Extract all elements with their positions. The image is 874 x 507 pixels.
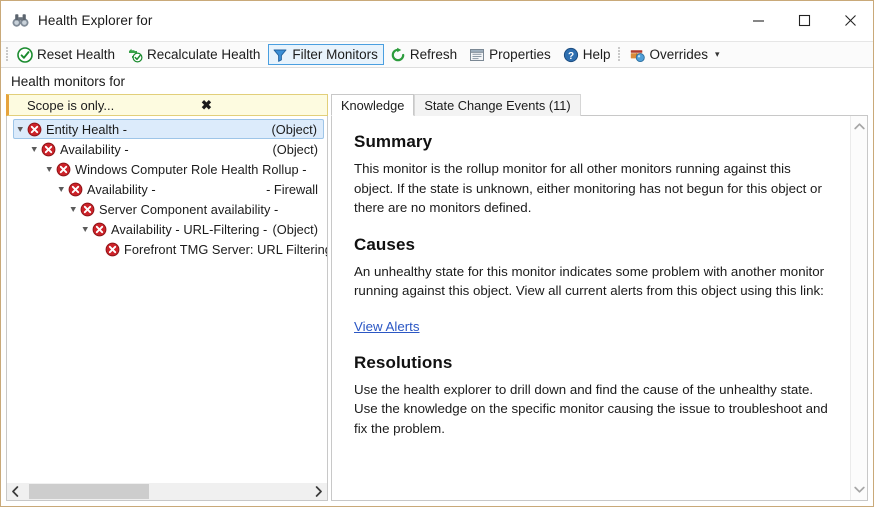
recalculate-health-button[interactable]: Recalculate Health — [123, 44, 266, 65]
green-check-circle-icon — [17, 46, 33, 63]
critical-icon — [56, 162, 71, 177]
causes-heading: Causes — [354, 234, 416, 254]
recalculate-health-label: Recalculate Health — [147, 47, 261, 62]
knowledge-vertical-scrollbar[interactable] — [850, 116, 867, 500]
expander-icon[interactable] — [14, 125, 27, 134]
tree-node-label: Entity Health - — [46, 121, 128, 137]
chevron-down-icon[interactable]: ▾ — [715, 50, 720, 59]
tree-node-label: Windows Computer Role Health Rollup - — [75, 161, 307, 177]
table-row[interactable]: Windows Computer Role Health Rollup - — [43, 159, 324, 179]
table-row[interactable]: Availability - URL-Filtering - (Object) — [79, 219, 324, 239]
view-alerts-link[interactable]: View Alerts — [354, 319, 420, 334]
health-monitors-header-label: Health monitors for — [11, 73, 126, 89]
tab-strip: Knowledge State Change Events (11) — [331, 94, 868, 116]
overrides-button[interactable]: Overrides ▾ — [625, 44, 725, 65]
title-bar: Health Explorer for — [1, 1, 873, 41]
binoculars-icon — [12, 12, 29, 29]
scroll-down-icon[interactable] — [851, 481, 868, 498]
tab-state-change-events-label: State Change Events (11) — [424, 98, 571, 113]
resolutions-heading: Resolutions — [354, 352, 453, 372]
table-row[interactable]: Entity Health - (Object) — [13, 119, 324, 139]
scope-close-icon[interactable]: ✖ — [201, 99, 212, 112]
knowledge-pane: Knowledge State Change Events (11) Summa… — [331, 94, 873, 506]
health-explorer-window: Health Explorer for Reset Health Recalcu… — [0, 0, 874, 507]
svg-text:?: ? — [568, 50, 574, 61]
scroll-left-icon[interactable] — [7, 483, 24, 500]
expander-icon[interactable] — [28, 145, 41, 154]
window-controls — [735, 1, 873, 40]
overrides-icon — [629, 47, 646, 63]
tree-horizontal-scrollbar[interactable] — [7, 482, 327, 500]
knowledge-panel: Summary This monitor is the rollup monit… — [331, 115, 868, 501]
filter-monitors-label: Filter Monitors — [292, 47, 378, 62]
tree-node-label: Availability - URL-Filtering - — [111, 221, 268, 237]
monitor-tree[interactable]: Entity Health - (Object) Availability - … — [7, 116, 327, 482]
tree-node-label: Server Component availability - — [99, 201, 279, 217]
help-button[interactable]: ? Help — [559, 44, 617, 65]
critical-icon — [68, 182, 83, 197]
expander-icon[interactable] — [43, 165, 56, 174]
critical-icon — [80, 202, 95, 217]
knowledge-content: Summary This monitor is the rollup monit… — [332, 116, 850, 500]
table-row[interactable]: Server Component availability - — [67, 199, 324, 219]
scope-label: Scope is only... — [27, 97, 115, 113]
toolbar-grip-2[interactable] — [618, 47, 622, 62]
tree-node-label: Availability - — [60, 141, 129, 157]
help-icon: ? — [563, 47, 579, 63]
table-row[interactable]: Forefront TMG Server: URL Filtering - Se… — [92, 239, 327, 259]
expander-icon[interactable] — [67, 205, 80, 214]
properties-button[interactable]: Properties — [465, 44, 557, 65]
expander-icon[interactable] — [55, 185, 68, 194]
scroll-thumb[interactable] — [29, 484, 149, 499]
scroll-up-icon[interactable] — [851, 118, 868, 135]
critical-icon — [41, 142, 56, 157]
scroll-track[interactable] — [24, 483, 310, 500]
reset-health-label: Reset Health — [37, 47, 116, 62]
tree-node-detail: (Object) — [271, 121, 317, 137]
help-label: Help — [582, 47, 611, 62]
monitor-tree-pane: Scope is only... ✖ Entity Health - (Obje… — [1, 94, 331, 506]
tree-node-label: Forefront TMG Server: URL Filtering - Se… — [124, 241, 327, 257]
tree-node-detail: (Object) — [272, 221, 318, 237]
funnel-icon — [272, 47, 288, 63]
minimize-button[interactable] — [735, 1, 781, 40]
tree-node-label: Availability - — [87, 181, 156, 197]
critical-icon — [27, 122, 42, 137]
refresh-label: Refresh — [409, 47, 458, 62]
table-row[interactable]: Availability - - Firewall — [55, 179, 324, 199]
expander-icon[interactable] — [79, 225, 92, 234]
tab-knowledge-label: Knowledge — [341, 97, 405, 113]
toolbar-grip[interactable] — [6, 47, 9, 62]
refresh-button[interactable]: Refresh — [386, 44, 463, 65]
close-button[interactable] — [827, 1, 873, 40]
scroll-right-icon[interactable] — [310, 483, 327, 500]
overrides-label: Overrides — [649, 47, 708, 62]
summary-text: This monitor is the rollup monitor for a… — [354, 161, 822, 215]
tree-node-detail: (Object) — [272, 141, 318, 157]
reset-health-button[interactable]: Reset Health — [13, 44, 121, 65]
properties-label: Properties — [489, 47, 551, 62]
maximize-button[interactable] — [781, 1, 827, 40]
table-row[interactable]: Availability - (Object) — [28, 139, 324, 159]
main-body: Scope is only... ✖ Entity Health - (Obje… — [1, 94, 873, 506]
scope-bar: Scope is only... ✖ — [6, 94, 328, 116]
refresh-icon — [390, 47, 406, 63]
critical-icon — [92, 222, 107, 237]
critical-icon — [105, 242, 120, 257]
health-monitors-header: Health monitors for — [1, 68, 873, 95]
tree-container: Entity Health - (Object) Availability - … — [6, 116, 328, 501]
toolbar: Reset Health Recalculate Health Filter M… — [1, 41, 873, 68]
summary-heading: Summary — [354, 132, 433, 151]
tab-state-change-events[interactable]: State Change Events (11) — [414, 94, 581, 116]
recalculate-icon — [127, 47, 143, 63]
resolutions-text: Use the health explorer to drill down an… — [354, 381, 828, 436]
filter-monitors-button[interactable]: Filter Monitors — [268, 44, 384, 65]
properties-icon — [469, 47, 485, 63]
tab-knowledge[interactable]: Knowledge — [331, 94, 415, 116]
tree-node-detail: - Firewall — [266, 181, 318, 197]
window-title: Health Explorer for — [38, 13, 153, 28]
causes-text: An unhealthy state for this monitor indi… — [354, 263, 825, 299]
